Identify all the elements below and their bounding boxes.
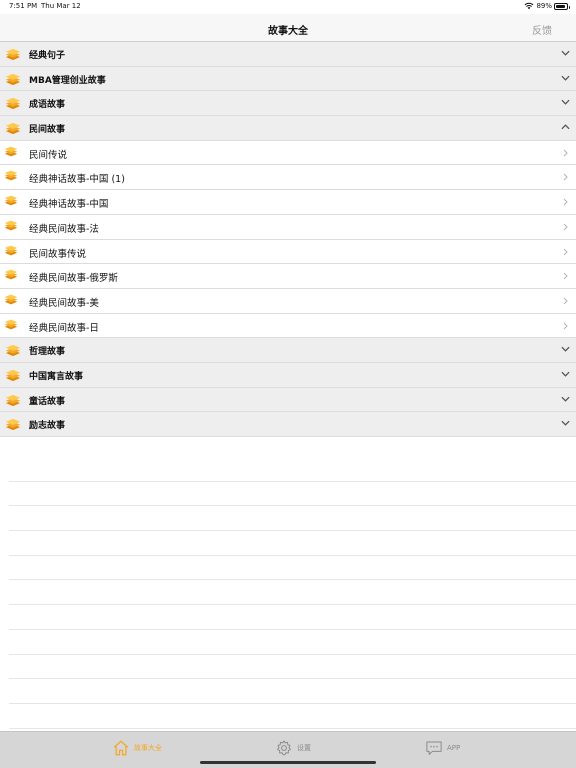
tab-settings[interactable]: 设置	[275, 738, 311, 758]
row-label: 童话故事	[29, 396, 66, 407]
category-item-row[interactable]: 经典神话故事-中国 (1)	[0, 165, 576, 191]
category-group-row[interactable]: 民间故事	[0, 116, 576, 141]
category-item-row[interactable]: 经典民间故事-美	[0, 288, 576, 314]
category-group-row[interactable]: 励志故事	[0, 412, 576, 437]
app-screen: 7:51 PM Thu Mar 12 89% 故事大全 反馈 经典句子 MBA管理…	[0, 0, 576, 768]
book-stack-icon	[5, 345, 21, 357]
category-group-row[interactable]: 成语故事	[0, 91, 576, 117]
wifi-icon	[524, 2, 534, 10]
row-label: 经典神话故事-中国	[29, 199, 109, 211]
book-stack-icon	[4, 146, 18, 157]
chevron-down-icon	[561, 371, 570, 377]
book-stack-icon	[5, 419, 21, 431]
book-stack-icon	[5, 48, 21, 61]
tab-home[interactable]: 故事大全	[112, 738, 162, 758]
chevron-down-icon	[561, 100, 570, 106]
row-label: 经典民间故事-日	[29, 322, 99, 334]
feedback-button[interactable]: 反馈	[532, 22, 552, 37]
tab-app[interactable]: APP	[425, 738, 460, 758]
book-stack-icon	[4, 171, 18, 181]
tab-home-label: 故事大全	[134, 744, 162, 752]
book-stack-icon	[5, 369, 21, 382]
book-stack-icon	[4, 245, 18, 255]
status-bar: 7:51 PM Thu Mar 12 89%	[0, 0, 576, 14]
chevron-down-icon	[561, 50, 570, 56]
chevron-right-icon	[563, 322, 568, 329]
book-stack-icon	[5, 73, 21, 85]
gear-icon	[277, 740, 291, 756]
chevron-right-icon	[563, 272, 568, 280]
row-label: 中国寓言故事	[29, 371, 84, 382]
chevron-right-icon	[563, 223, 568, 231]
row-label: MBA管理创业故事	[29, 75, 106, 86]
chevron-down-icon	[561, 347, 570, 352]
row-label: 经典民间故事-美	[29, 297, 99, 309]
book-stack-icon	[4, 195, 18, 206]
chevron-down-icon	[561, 421, 570, 427]
row-label: 经典民间故事-法	[29, 223, 99, 235]
chevron-up-icon	[561, 124, 570, 130]
book-stack-icon	[4, 269, 18, 280]
category-item-row[interactable]: 经典民间故事-俄罗斯	[0, 264, 576, 289]
category-item-row[interactable]: 民间传说	[0, 140, 576, 166]
category-group-row[interactable]: MBA管理创业故事	[0, 66, 576, 92]
category-group-row[interactable]: 中国寓言故事	[0, 362, 576, 388]
chevron-right-icon	[563, 149, 568, 157]
home-icon	[113, 740, 129, 756]
battery-icon	[554, 3, 570, 10]
category-group-row[interactable]: 经典句子	[0, 42, 576, 67]
category-group-row[interactable]: 童话故事	[0, 387, 576, 413]
battery-percent: 89%	[536, 2, 552, 10]
chevron-right-icon	[563, 198, 568, 206]
chevron-down-icon	[561, 75, 570, 81]
chevron-right-icon	[563, 297, 568, 305]
page-title: 故事大全	[268, 26, 308, 37]
tab-settings-label: 设置	[297, 744, 311, 752]
row-label: 民间传说	[29, 149, 68, 161]
row-label: 经典句子	[29, 51, 66, 61]
chevron-down-icon	[561, 396, 570, 402]
book-stack-icon	[4, 319, 18, 329]
story-category-list: 经典句子 MBA管理创业故事 成语故事民间故事民间传说经典神话故事-中国 (1) 经典…	[0, 42, 576, 437]
row-label: 民间故事	[29, 125, 66, 136]
row-label: 经典神话故事-中国 (1)	[29, 174, 125, 186]
category-item-row[interactable]: 经典民间故事-法	[0, 214, 576, 240]
home-indicator	[200, 761, 376, 764]
book-stack-icon	[4, 294, 18, 305]
category-group-row[interactable]: 哲理故事	[0, 338, 576, 363]
book-stack-icon	[5, 394, 21, 406]
empty-list-area	[9, 457, 576, 754]
row-label: 民间故事传说	[29, 248, 87, 260]
chat-bubble-icon	[426, 741, 442, 755]
category-item-row[interactable]: 民间故事传说	[0, 239, 576, 265]
row-label: 经典民间故事-俄罗斯	[29, 273, 118, 285]
status-date: Thu Mar 12	[41, 2, 81, 10]
tab-bar: 故事大全 设置 APP	[0, 731, 576, 768]
row-label: 哲理故事	[29, 347, 66, 358]
category-item-row[interactable]: 经典神话故事-中国	[0, 190, 576, 215]
book-stack-icon	[5, 122, 21, 135]
chevron-right-icon	[563, 174, 568, 181]
status-time: 7:51 PM	[9, 2, 38, 10]
tab-app-label: APP	[447, 744, 461, 752]
book-stack-icon	[5, 98, 21, 110]
category-item-row[interactable]: 经典民间故事-日	[0, 313, 576, 339]
row-label: 成语故事	[29, 100, 66, 111]
chevron-right-icon	[563, 248, 568, 255]
navigation-bar: 故事大全 反馈	[0, 14, 576, 42]
book-stack-icon	[4, 220, 18, 231]
row-label: 励志故事	[29, 421, 66, 432]
